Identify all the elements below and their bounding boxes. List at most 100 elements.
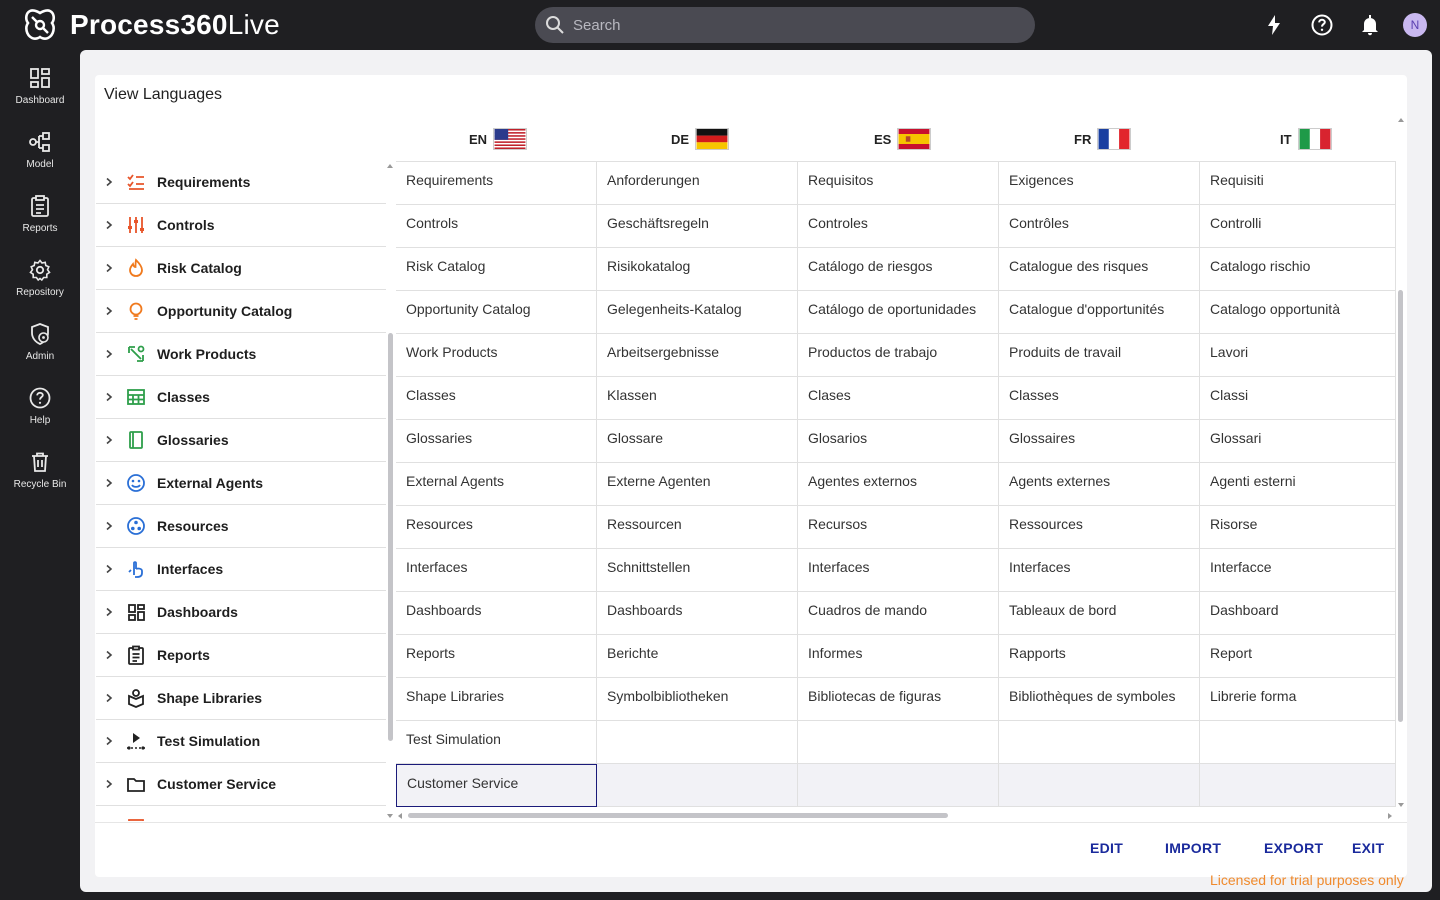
table-row[interactable]: Customer Service [396,764,1396,807]
search-input[interactable] [573,16,993,34]
scroll-down-arrow[interactable] [387,814,393,818]
tree-item-work-products[interactable]: Work Products [96,333,386,376]
table-cell-it[interactable]: Controlli [1200,205,1396,248]
table-cell-en[interactable]: Customer Service [396,764,597,807]
table-cell-it[interactable]: Requisiti [1200,162,1396,205]
table-cell-fr[interactable]: Glossaires [999,420,1200,463]
table-cell-de[interactable]: Risikokatalog [597,248,798,291]
table-row[interactable]: Test Simulation [396,721,1396,764]
table-row[interactable]: External Agents Externe Agenten Agentes ex… [396,463,1396,506]
table-cell-en[interactable]: External Agents [396,463,597,506]
chevron-right-icon[interactable] [104,650,114,660]
chevron-right-icon[interactable] [104,392,114,402]
table-cell-en[interactable]: Work Products [396,334,597,377]
help-icon[interactable] [1310,13,1334,37]
table-cell-it[interactable]: Agenti esterni [1200,463,1396,506]
app-logo[interactable]: Process360Live [22,7,280,43]
table-cell-de[interactable]: Klassen [597,377,798,420]
table-cell-en[interactable]: Controls [396,205,597,248]
table-cell-es[interactable] [798,721,999,764]
grid-vertical-scrollbar[interactable] [1396,115,1406,812]
table-cell-de[interactable]: Geschäftsregeln [597,205,798,248]
table-cell-it[interactable]: Catalogo opportunità [1200,291,1396,334]
tree-item-dashboards[interactable]: Dashboards [96,591,386,634]
table-cell-en[interactable]: Requirements [396,162,597,205]
sidebar-item-reports[interactable]: Reports [0,178,80,238]
sidebar-item-admin[interactable]: Admin [0,306,80,366]
table-cell-es[interactable]: Interfaces [798,549,999,592]
table-row[interactable]: Controls Geschäftsregeln Controles Contrôle… [396,205,1396,248]
table-cell-de[interactable]: Schnittstellen [597,549,798,592]
table-cell-de[interactable]: Externe Agenten [597,463,798,506]
chevron-right-icon[interactable] [104,177,114,187]
table-row[interactable]: Interfaces Schnittstellen Interfaces Interf… [396,549,1396,592]
table-row[interactable]: Dashboards Dashboards Cuadros de mando Tabl… [396,592,1396,635]
chevron-right-icon[interactable] [104,263,114,273]
sidebar-item-repository[interactable]: Repository [0,242,80,302]
table-cell-de[interactable]: Anforderungen [597,162,798,205]
table-row[interactable]: Work Products Arbeitsergebnisse Productos … [396,334,1396,377]
table-cell-fr[interactable] [999,764,1200,807]
notification-bell-icon[interactable] [1358,13,1382,37]
table-cell-it[interactable] [1200,764,1396,807]
table-cell-de[interactable]: Symbolbibliotheken [597,678,798,721]
table-cell-es[interactable]: Cuadros de mando [798,592,999,635]
table-row[interactable]: Requirements Anforderungen Requisitos Exige… [396,162,1396,205]
table-cell-es[interactable]: Recursos [798,506,999,549]
chevron-right-icon[interactable] [104,220,114,230]
grid-horizontal-scrollbar[interactable] [396,810,1396,822]
table-cell-it[interactable] [1200,721,1396,764]
tree-item-controls[interactable]: Controls [96,204,386,247]
table-cell-fr[interactable]: Catalogue d'opportunités [999,291,1200,334]
table-cell-fr[interactable]: Tableaux de bord [999,592,1200,635]
table-cell-it[interactable]: Classi [1200,377,1396,420]
sidebar-item-dashboard[interactable]: Dashboard [0,50,80,110]
user-avatar[interactable]: N [1403,13,1427,37]
table-cell-en[interactable]: Risk Catalog [396,248,597,291]
table-cell-de[interactable]: Gelegenheits-Katalog [597,291,798,334]
table-cell-it[interactable]: Librerie forma [1200,678,1396,721]
table-cell-fr[interactable]: Exigences [999,162,1200,205]
lightning-icon[interactable] [1262,13,1286,37]
table-cell-en[interactable]: Test Simulation [396,721,597,764]
chevron-right-icon[interactable] [104,521,114,531]
table-cell-fr[interactable]: Produits de travail [999,334,1200,377]
table-cell-es[interactable]: Informes [798,635,999,678]
table-cell-en[interactable]: Resources [396,506,597,549]
scrollbar-thumb[interactable] [408,813,948,818]
table-row[interactable]: Shape Libraries Symbolbibliotheken Bibliot… [396,678,1396,721]
table-cell-fr[interactable]: Agents externes [999,463,1200,506]
scroll-right-arrow[interactable] [1388,813,1392,819]
table-cell-it[interactable]: Report [1200,635,1396,678]
tree-item-shape-libraries[interactable]: Shape Libraries [96,677,386,720]
chevron-right-icon[interactable] [104,564,114,574]
table-cell-en[interactable]: Glossaries [396,420,597,463]
tree-item-customer-service[interactable]: Customer Service [96,763,386,806]
table-cell-es[interactable]: Productos de trabajo [798,334,999,377]
table-cell-de[interactable] [597,764,798,807]
sidebar-item-help[interactable]: Help [0,370,80,430]
table-cell-es[interactable]: Catálogo de oportunidades [798,291,999,334]
table-cell-de[interactable]: Ressourcen [597,506,798,549]
import-button[interactable]: IMPORT [1165,840,1221,856]
table-cell-it[interactable]: Risorse [1200,506,1396,549]
chevron-right-icon[interactable] [104,693,114,703]
export-button[interactable]: EXPORT [1264,840,1323,856]
table-cell-es[interactable]: Controles [798,205,999,248]
tree-item-test-simulation[interactable]: Test Simulation [96,720,386,763]
table-cell-it[interactable]: Dashboard [1200,592,1396,635]
table-cell-en[interactable]: Classes [396,377,597,420]
exit-button[interactable]: EXIT [1352,840,1384,856]
table-cell-de[interactable] [597,721,798,764]
table-row[interactable]: Classes Klassen Clases Classes Classi [396,377,1396,420]
scrollbar-thumb[interactable] [1398,290,1403,722]
table-cell-es[interactable]: Glosarios [798,420,999,463]
table-cell-en[interactable]: Shape Libraries [396,678,597,721]
tree-item-interfaces[interactable]: Interfaces [96,548,386,591]
table-row[interactable]: Opportunity Catalog Gelegenheits-Katalog C… [396,291,1396,334]
table-cell-it[interactable]: Catalogo rischio [1200,248,1396,291]
tree-scrollbar[interactable] [386,161,394,821]
scroll-up-arrow[interactable] [1398,118,1404,122]
chevron-right-icon[interactable] [104,435,114,445]
table-cell-es[interactable]: Catálogo de riesgos [798,248,999,291]
